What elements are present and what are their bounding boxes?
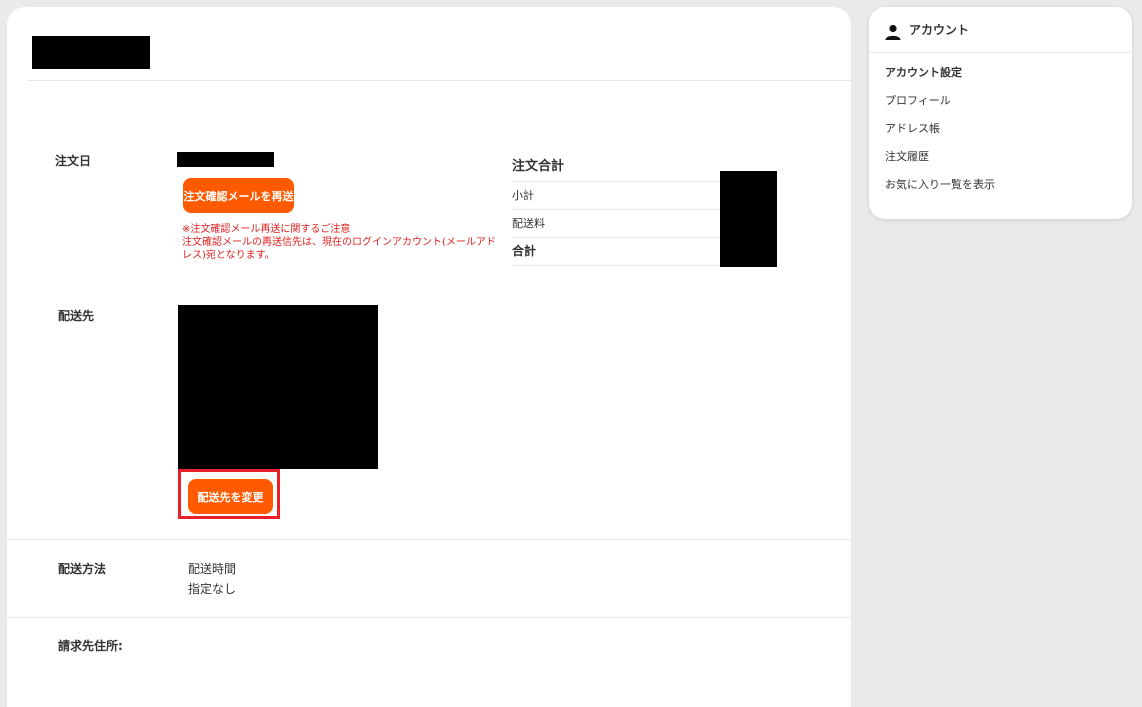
redacted-amounts — [720, 171, 777, 267]
section-divider — [7, 617, 851, 618]
change-shipping-address-button[interactable]: 配送先を変更 — [188, 479, 273, 514]
delivery-time-label: 配送時間 — [188, 562, 237, 576]
sidebar-title: アカウント — [909, 23, 970, 37]
redacted-order-date — [177, 152, 274, 167]
sidebar-item-profile[interactable]: プロフィール — [885, 92, 951, 108]
person-icon — [885, 24, 901, 40]
notice-title: ※注文確認メール再送に関するご注意 — [182, 224, 351, 235]
order-date-label: 注文日 — [55, 154, 92, 168]
order-detail-card: 注文日 注文確認メールを再送 ※注文確認メール再送に関するご注意 注文確認メール… — [7, 7, 851, 707]
sidebar-item-favorites[interactable]: お気に入り一覧を表示 — [885, 176, 995, 192]
sidebar-item-order-history[interactable]: 注文履歴 — [885, 148, 929, 164]
section-divider — [7, 539, 851, 540]
billing-address-label: 請求先住所: — [58, 639, 123, 653]
account-settings-heading: アカウント設定 — [885, 66, 962, 79]
delivery-time-value: 指定なし — [188, 582, 237, 596]
sidebar-header: アカウント — [869, 7, 1132, 53]
redacted-shipping-address — [178, 305, 378, 469]
account-sidebar: アカウント アカウント設定 プロフィール アドレス帳 注文履歴 お気に入り一覧を… — [869, 7, 1132, 219]
resend-confirmation-email-button[interactable]: 注文確認メールを再送 — [183, 178, 294, 213]
sidebar-item-address-book[interactable]: アドレス帳 — [885, 120, 940, 136]
header-divider — [27, 80, 851, 81]
notice-body: 注文確認メールの再送信先は、現在のログインアカウント(メールアドレス)宛となりま… — [182, 237, 496, 261]
resend-notice: ※注文確認メール再送に関するご注意 注文確認メールの再送信先は、現在のログインア… — [182, 223, 502, 262]
shipping-address-label: 配送先 — [58, 309, 95, 323]
shipping-method-label: 配送方法 — [58, 562, 107, 576]
redacted-order-title — [32, 36, 150, 69]
